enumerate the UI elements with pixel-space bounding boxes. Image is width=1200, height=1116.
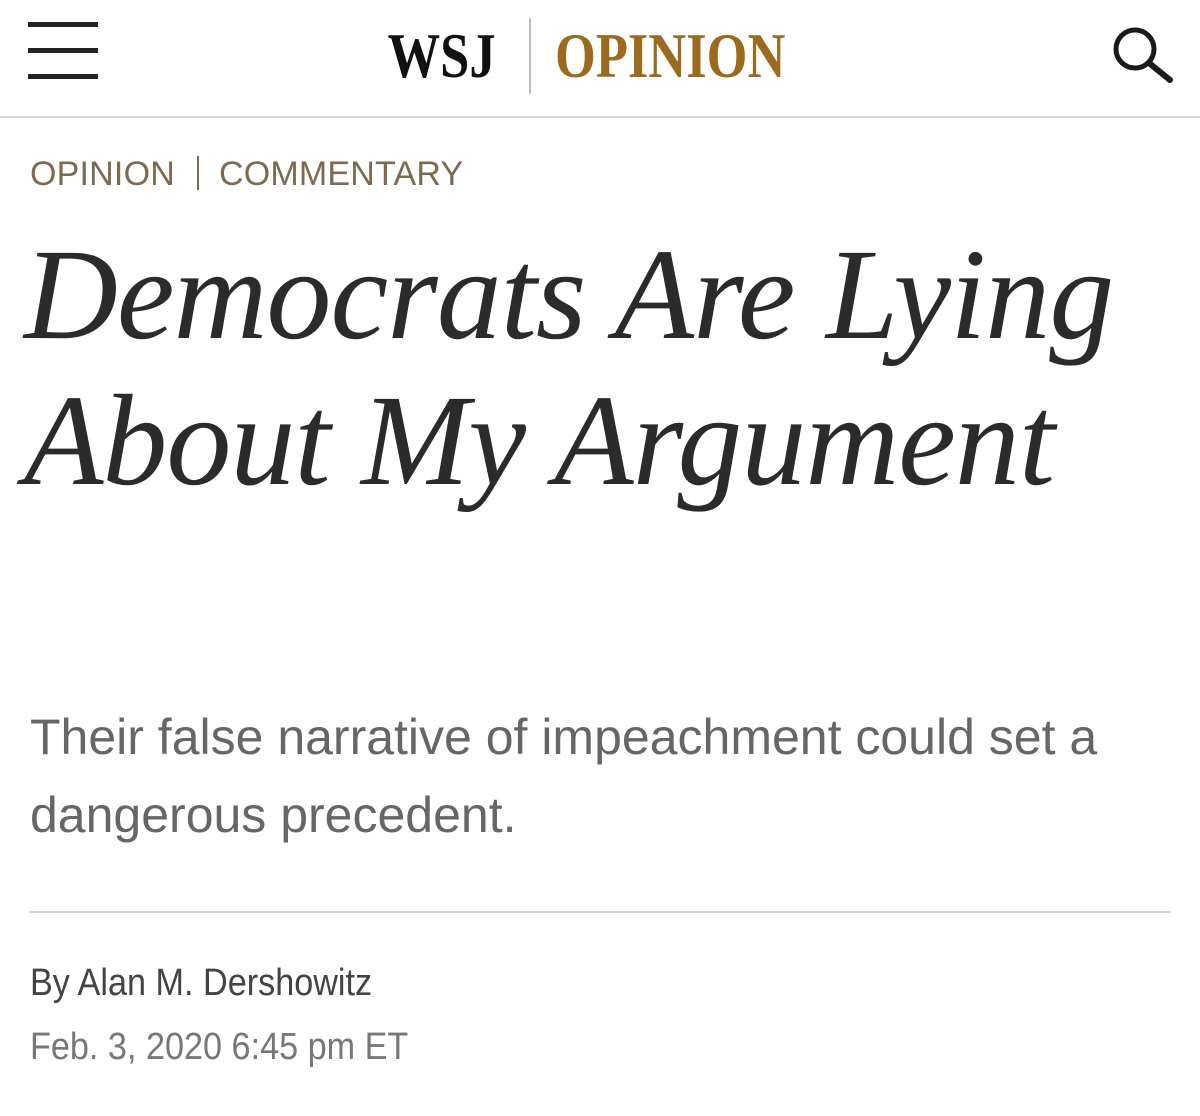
breadcrumb: OPINION COMMENTARY [30,152,463,196]
logo-opinion: OPINION [555,20,786,91]
byline: By Alan M. Dershowitz [30,958,372,1008]
breadcrumb-section-link[interactable]: OPINION [30,155,175,193]
author-link[interactable]: Alan M. Dershowitz [78,962,373,1004]
logo-divider [529,18,532,94]
search-icon[interactable] [1110,24,1174,84]
article-dek: Their false narrative of impeachment cou… [30,709,1098,843]
breadcrumb-separator [196,156,199,191]
byline-divider [30,911,1170,913]
wsj-opinion-logo[interactable]: WSJ OPINION [0,18,1200,94]
site-header: WSJ OPINION [0,0,1200,118]
breadcrumb-subsection-link[interactable]: COMMENTARY [219,155,463,193]
logo-wsj: WSJ [387,20,496,91]
article-headline: Democrats Are Lying About My Argument [24,223,1114,513]
byline-prefix: By [30,962,70,1004]
article-timestamp: Feb. 3, 2020 6:45 pm ET [30,1026,409,1068]
